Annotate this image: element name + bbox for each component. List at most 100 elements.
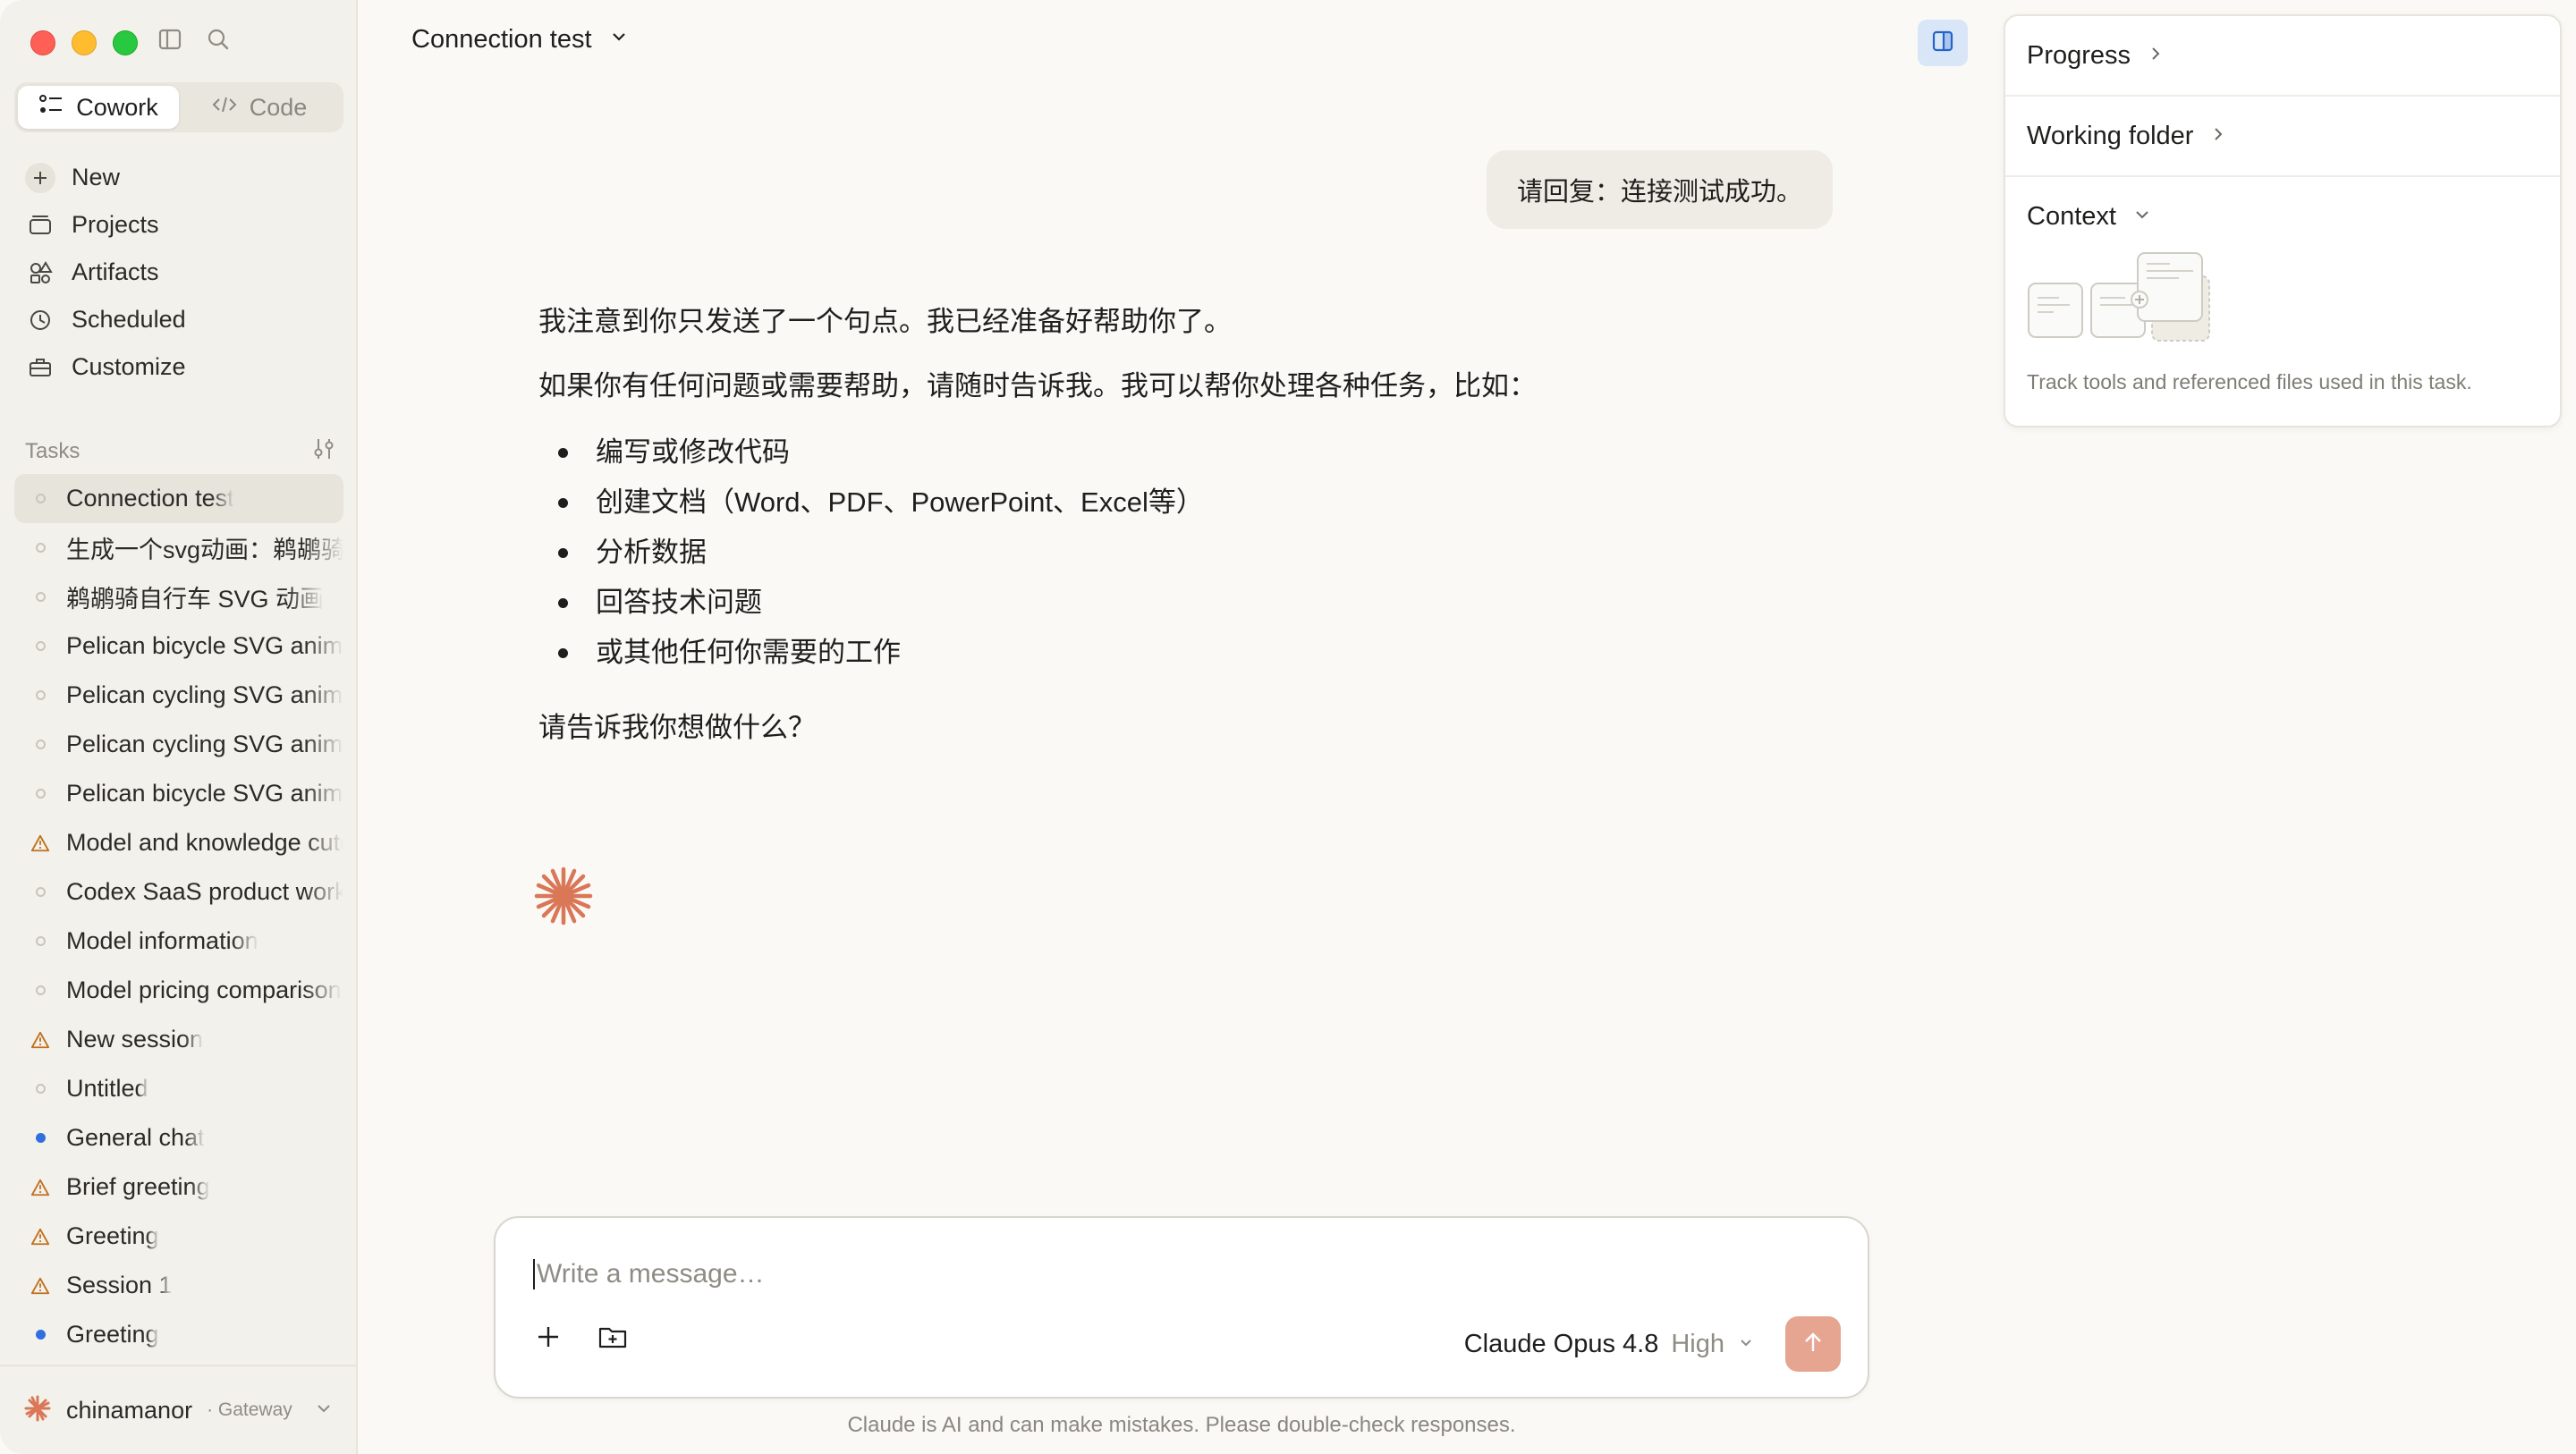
assistant-bullet-list: 编写或修改代码 创建文档（Word、PDF、PowerPoint、Excel等）… (538, 427, 1862, 678)
model-selector[interactable]: Claude Opus 4.8 (1464, 1330, 1659, 1359)
chevron-right-icon (2209, 122, 2227, 151)
search-icon[interactable] (206, 27, 231, 52)
task-label: New session (66, 1026, 204, 1052)
chevron-right-icon (2147, 41, 2165, 71)
task-item[interactable]: Model and knowledge cutoff (14, 818, 343, 867)
status-circle-icon (30, 735, 50, 755)
tasks-label: Tasks (25, 438, 80, 463)
assistant-paragraph: 我注意到你只发送了一个句点。我已经准备好帮助你了。 (538, 306, 1232, 337)
task-item[interactable]: Pelican cycling SVG animation (14, 671, 343, 720)
task-label: Session 1 (66, 1272, 173, 1298)
nav-new[interactable]: New (14, 154, 343, 201)
task-item[interactable]: Model pricing comparison (14, 966, 343, 1015)
mode-code-button[interactable]: Code (179, 86, 340, 129)
bullet-item: 回答技术问题 (538, 578, 1862, 628)
task-item[interactable]: Connection test (14, 474, 343, 523)
conversation-title-dropdown[interactable]: Connection test (411, 25, 630, 55)
minimize-window-button[interactable] (72, 30, 97, 55)
task-label: 鹈鹕骑自行车 SVG 动画 (66, 586, 325, 613)
context-section-header[interactable]: Context (2027, 202, 2538, 232)
task-item[interactable]: 鹈鹕骑自行车 SVG 动画 (14, 572, 343, 621)
task-label: Greeting (66, 1222, 159, 1249)
nav-scheduled[interactable]: Scheduled (14, 296, 343, 343)
status-circle-icon (30, 932, 50, 951)
status-circle-icon (30, 1079, 50, 1099)
filter-icon[interactable] (311, 436, 336, 466)
add-folder-icon[interactable] (597, 1323, 628, 1355)
warning-icon (30, 1178, 50, 1197)
chevron-down-icon (2132, 202, 2152, 232)
assistant-paragraph: 请告诉我你想做什么？ (538, 712, 816, 743)
task-item[interactable]: Untitled (14, 1064, 343, 1113)
assistant-message: 我注意到你只发送了一个句点。我已经准备好帮助你了。 如果你有任何问题或需要帮助，… (538, 299, 1862, 751)
mode-toggle: Cowork Code (14, 82, 343, 132)
right-panel-toggle-button[interactable] (1918, 20, 1968, 66)
task-label: Codex SaaS product workflow (66, 878, 343, 905)
message-input-placeholder: Write a message… (537, 1259, 765, 1289)
task-item[interactable]: Greeting (14, 1310, 343, 1359)
task-item[interactable]: Model information (14, 917, 343, 966)
nav-projects-label: Projects (72, 211, 159, 238)
bullet-item: 编写或修改代码 (538, 427, 1862, 478)
nav-artifacts-label: Artifacts (72, 258, 159, 285)
task-item[interactable]: General chat (14, 1113, 343, 1162)
working-folder-section-header[interactable]: Working folder (2005, 97, 2560, 177)
app-window: Cowork Code New Projects Artifacts Sched… (0, 0, 2576, 1454)
status-circle-icon (30, 489, 50, 509)
task-item[interactable]: Pelican bicycle SVG animation (14, 769, 343, 818)
progress-label: Progress (2027, 40, 2131, 70)
close-window-button[interactable] (30, 30, 55, 55)
working-folder-label: Working folder (2027, 121, 2194, 150)
status-circle-icon (30, 981, 50, 1001)
effort-selector[interactable]: High (1671, 1330, 1724, 1359)
task-label: Model information (66, 927, 258, 954)
zoom-window-button[interactable] (113, 30, 138, 55)
message-input[interactable]: Write a message… (533, 1259, 765, 1289)
composer-actions (535, 1323, 628, 1355)
warning-icon (30, 833, 50, 853)
nav-scheduled-label: Scheduled (72, 306, 186, 333)
status-circle-icon (30, 637, 50, 656)
code-icon (212, 94, 237, 122)
tasks-header: Tasks (25, 436, 336, 466)
assistant-paragraph: 如果你有任何问题或需要帮助，请随时告诉我。我可以帮你处理各种任务，比如： (538, 370, 1537, 402)
progress-section-header[interactable]: Progress (2005, 16, 2560, 97)
sidebar-nav: New Projects Artifacts Scheduled Customi… (14, 154, 343, 391)
nav-customize[interactable]: Customize (14, 343, 343, 391)
cowork-icon (38, 93, 64, 123)
mode-cowork-button[interactable]: Cowork (18, 86, 179, 129)
task-item[interactable]: Pelican bicycle SVG animation (14, 621, 343, 671)
task-item[interactable]: New session (14, 1015, 343, 1064)
send-button[interactable] (1785, 1316, 1841, 1372)
task-label: Untitled (66, 1075, 148, 1102)
warning-icon (30, 1030, 50, 1050)
arrow-up-icon (1801, 1330, 1826, 1359)
task-label: General chat (66, 1124, 205, 1151)
nav-artifacts[interactable]: Artifacts (14, 249, 343, 296)
nav-projects[interactable]: Projects (14, 201, 343, 249)
user-avatar-icon (23, 1394, 52, 1427)
task-label: Pelican bicycle SVG animation (66, 780, 343, 807)
bullet-item: 创建文档（Word、PDF、PowerPoint、Excel等） (538, 478, 1862, 528)
briefcase-icon (25, 352, 55, 383)
task-list: Connection test 生成一个svg动画：鹈鹕骑自行车鹈鹕骑自行车 SV… (14, 474, 343, 1359)
conversation-title: Connection test (411, 25, 592, 54)
context-illustration (2027, 251, 2538, 349)
text-caret (533, 1259, 535, 1289)
user-menu[interactable]: chinamanor · Gateway (0, 1365, 358, 1454)
plus-icon (25, 162, 55, 193)
chevron-down-icon[interactable] (1737, 1333, 1755, 1356)
add-attachment-icon[interactable] (535, 1323, 562, 1355)
task-item[interactable]: Greeting (14, 1212, 343, 1261)
task-item[interactable]: 生成一个svg动画：鹈鹕骑自行车 (14, 523, 343, 572)
folder-icon (25, 210, 55, 241)
task-item[interactable]: Brief greeting (14, 1162, 343, 1212)
mode-cowork-label: Cowork (76, 93, 158, 121)
status-dot-icon (30, 1325, 50, 1345)
sidebar-toggle-icon[interactable] (157, 27, 182, 52)
task-item[interactable]: Codex SaaS product workflow (14, 867, 343, 917)
task-label: Model and knowledge cutoff (66, 829, 343, 856)
task-item[interactable]: Session 1 (14, 1261, 343, 1310)
task-item[interactable]: Pelican cycling SVG animation (14, 720, 343, 769)
task-label: Connection test (66, 485, 234, 511)
